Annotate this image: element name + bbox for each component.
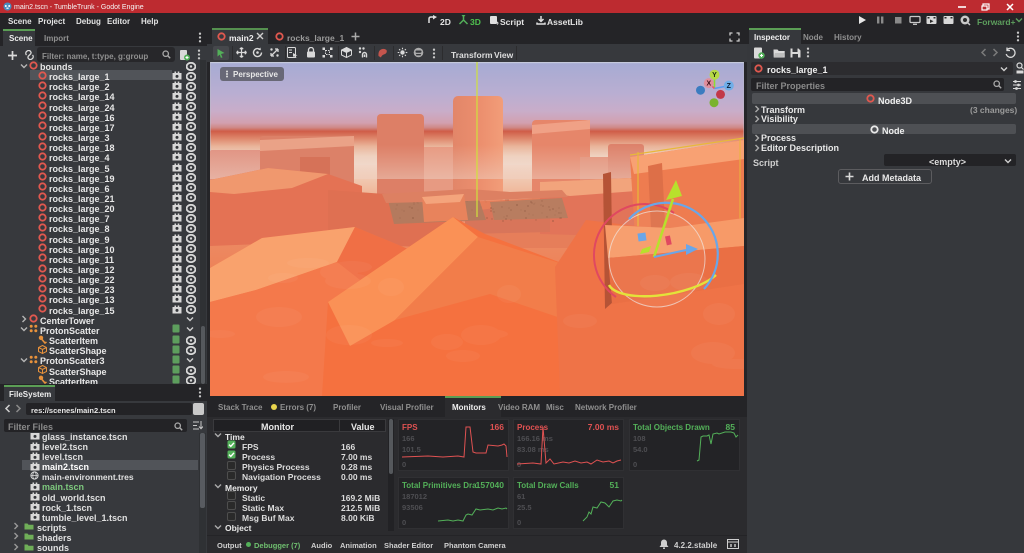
svg-text:Y: Y <box>712 72 717 79</box>
svg-text:X: X <box>706 81 711 88</box>
svg-text:Z: Z <box>727 83 732 90</box>
svg-text:Perspective: Perspective <box>233 70 278 79</box>
